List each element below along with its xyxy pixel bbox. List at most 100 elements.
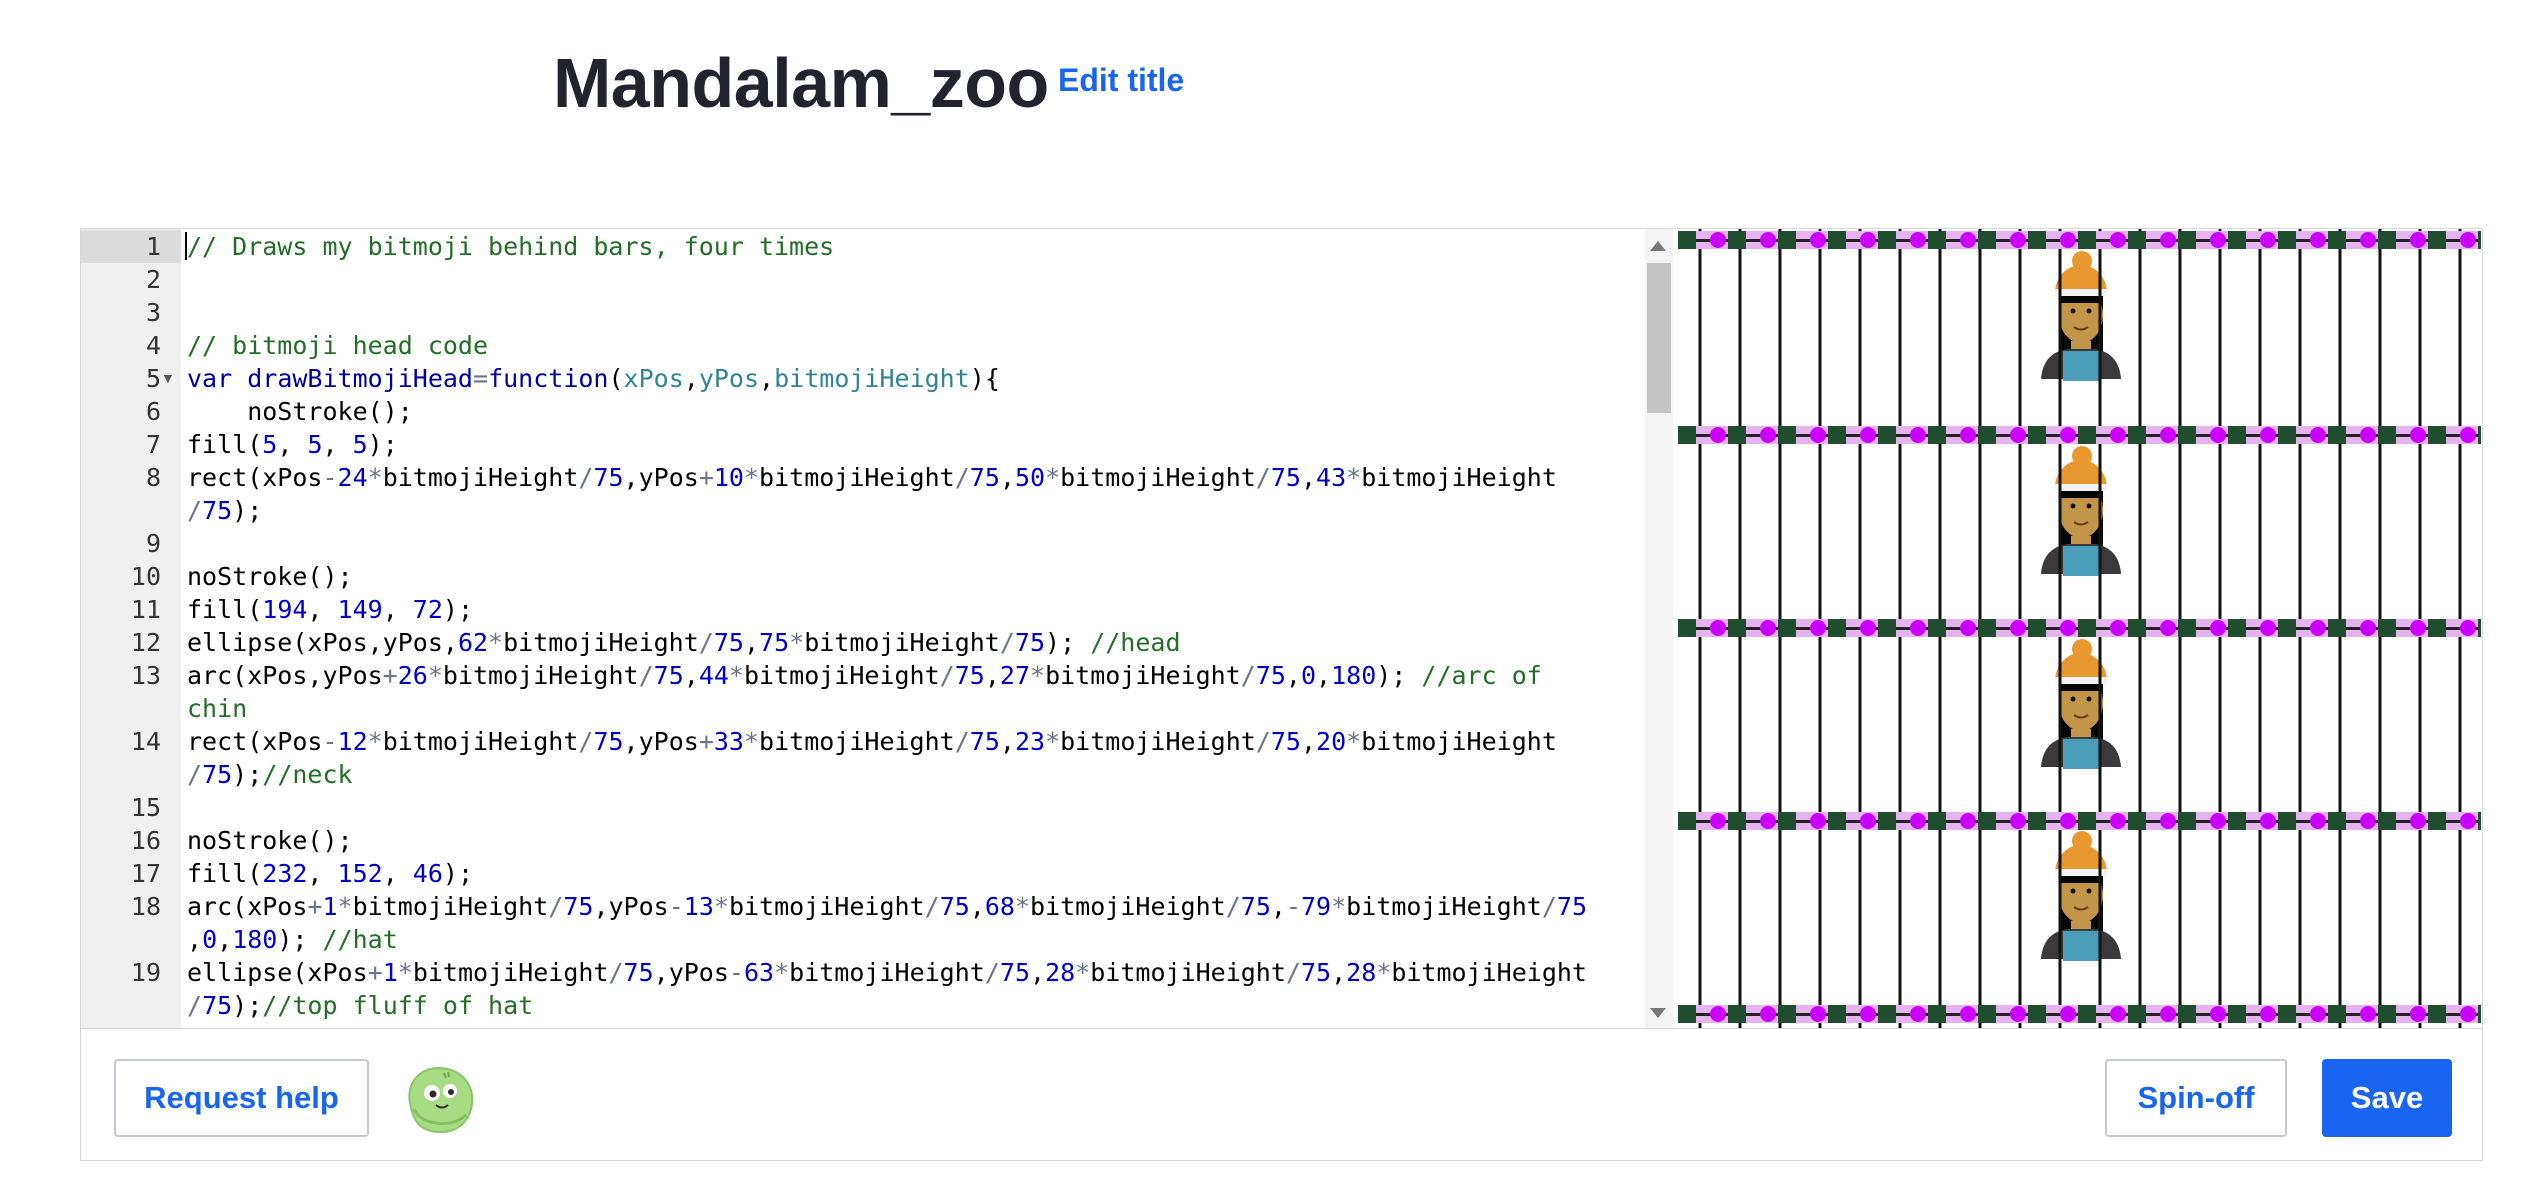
code-token: //head [1090, 628, 1181, 657]
code-token: 75 [1270, 463, 1301, 492]
line-number: 19 [130, 958, 161, 987]
cage-square [1978, 812, 1996, 830]
code-token: ); [442, 859, 474, 888]
cage-dot [1810, 813, 1826, 829]
bitmoji-hat-pompom [2072, 251, 2092, 271]
cage-dot [2260, 232, 2276, 248]
scroll-up-arrow-icon[interactable] [1650, 241, 1666, 251]
line-number: 15 [130, 793, 161, 822]
code-line[interactable]: fill(194, 149, 72); [187, 593, 473, 626]
line-number: 1 [145, 232, 161, 261]
cage-square [2178, 619, 2196, 637]
code-token: - [1285, 892, 1301, 921]
code-token: 20 [1316, 727, 1347, 756]
code-token: * [397, 958, 413, 987]
cage-dot [1960, 427, 1976, 443]
cage-square [2078, 426, 2096, 444]
cage-dot [2210, 813, 2226, 829]
line-number-gutter: 1 2 3 4 5 6 7 8 9 10 11 12 13 14 15 16 17 18 19 ▼ [81, 229, 181, 1028]
save-button[interactable]: Save [2322, 1059, 2452, 1137]
code-line[interactable]: fill(232, 152, 46); [187, 857, 473, 890]
code-line[interactable]: // Draws my bitmoji behind bars, four ti… [187, 230, 834, 263]
cage-dot [2160, 1006, 2176, 1022]
cage-square [1928, 1005, 1946, 1023]
spin-off-button[interactable]: Spin-off [2105, 1059, 2287, 1137]
cage-square [2278, 231, 2296, 249]
fold-arrow-icon[interactable]: ▼ [161, 362, 175, 395]
code-token: bitmojiHeight [352, 892, 549, 921]
code-token: 68 [984, 892, 1015, 921]
code-token: * [743, 727, 760, 756]
cage-dot [2060, 1006, 2076, 1022]
cage-dot [1860, 620, 1876, 636]
code-token: , [382, 859, 413, 888]
code-token: ); [232, 760, 263, 789]
cage-dot [2410, 813, 2426, 829]
code-line[interactable]: ellipse(xPos,yPos,62*bitmojiHeight/75,75… [187, 626, 1181, 659]
code-line[interactable]: fill(5, 5, 5); [187, 428, 398, 461]
code-token: , [1331, 958, 1347, 987]
cage-square [2328, 426, 2346, 444]
code-token: 50 [1014, 463, 1046, 492]
code-token: 33 [713, 727, 744, 756]
code-line[interactable]: arc(xPos+1*bitmojiHeight/75,yPos-13*bitm… [187, 890, 1587, 923]
code-line[interactable]: // bitmoji head code [187, 329, 488, 362]
code-editor[interactable]: 1 2 3 4 5 6 7 8 9 10 11 12 13 14 15 16 17 18 19 ▼ // Draws… [81, 229, 1653, 1028]
avatar[interactable] [400, 1063, 478, 1135]
cage-dot [2010, 1006, 2026, 1022]
code-token: yPos [698, 364, 760, 393]
edit-title-link[interactable]: Edit title [1058, 60, 1184, 100]
code-line[interactable]: chin [187, 692, 247, 725]
code-token: * [1376, 958, 1392, 987]
code-token: , [984, 661, 1000, 690]
code-token: 1 [382, 958, 398, 987]
code-token: , [187, 925, 203, 954]
cage-square [2378, 619, 2396, 637]
code-line[interactable]: /75);//neck [187, 758, 353, 791]
cage-square [2278, 812, 2296, 830]
code-line[interactable]: noStroke(); [187, 560, 353, 593]
cage-dot [1760, 1006, 1776, 1022]
cage-square [2078, 1005, 2096, 1023]
code-line[interactable]: noStroke(); [187, 824, 353, 857]
cage-square [2228, 812, 2246, 830]
editor-scrollbar[interactable] [1645, 229, 1673, 1028]
code-token: bitmojiHeight [382, 463, 579, 492]
bitmoji-hat-pompom [2072, 831, 2092, 851]
code-line[interactable]: arc(xPos,yPos+26*bitmojiHeight/75,44*bit… [187, 659, 1542, 692]
code-line[interactable]: /75);//top fluff of hat [187, 989, 533, 1022]
scroll-down-arrow-icon[interactable] [1650, 1008, 1666, 1018]
cage-square [2128, 1005, 2146, 1023]
code-token: bitmojiHeight [1361, 727, 1557, 756]
code-token: 75 [623, 958, 654, 987]
bitmoji-eye [2070, 888, 2076, 894]
code-line[interactable]: rect(xPos-12*bitmojiHeight/75,yPos+33*bi… [187, 725, 1557, 758]
cage-square [1678, 619, 1696, 637]
cage-square [1928, 812, 1946, 830]
code-line[interactable]: var drawBitmojiHead=function(xPos,yPos,b… [187, 362, 1000, 395]
code-token: ,yPos [653, 958, 729, 987]
cage-square [2078, 812, 2096, 830]
cage-square [2428, 231, 2446, 249]
code-line[interactable]: ellipse(xPos+1*bitmojiHeight/75,yPos-63*… [187, 956, 1587, 989]
code-line[interactable]: ,0,180); //hat [187, 923, 398, 956]
cage-square [1828, 812, 1846, 830]
code-line[interactable]: /75); [187, 494, 262, 527]
cage-dot [1760, 232, 1776, 248]
bitmoji-shirt [2063, 546, 2099, 576]
request-help-button[interactable]: Request help [114, 1059, 369, 1137]
scrollbar-thumb[interactable] [1647, 263, 1671, 413]
cage-dot [2110, 427, 2126, 443]
code-token: 152 [337, 859, 383, 888]
cage-square [1778, 812, 1796, 830]
code-token: bitmojiHeight [743, 661, 940, 690]
code-line[interactable]: noStroke(); [187, 395, 413, 428]
code-token: , [1270, 892, 1286, 921]
code-token: 75 [563, 892, 594, 921]
output-canvas[interactable] [1678, 229, 2481, 1028]
code-token: fill( [187, 595, 263, 624]
code-line[interactable]: rect(xPos-24*bitmojiHeight/75,yPos+10*bi… [187, 461, 1557, 494]
line-number: 13 [130, 661, 161, 690]
cage-dot [2210, 427, 2226, 443]
code-token: * [1014, 892, 1031, 921]
